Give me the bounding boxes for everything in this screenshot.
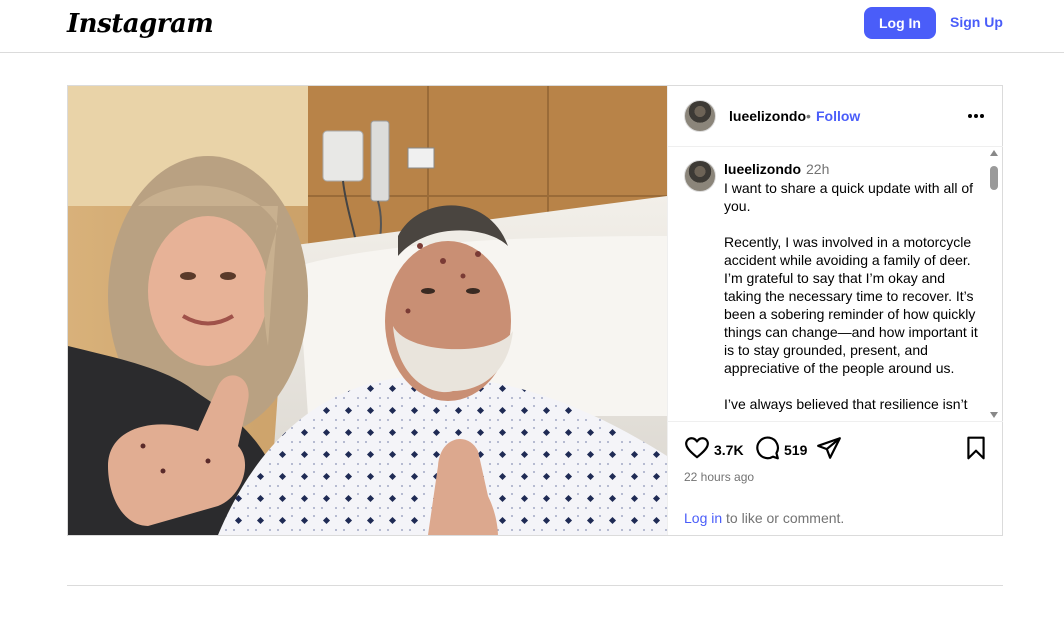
scrollbar-thumb[interactable] <box>990 166 998 190</box>
bookmark-icon[interactable] <box>963 435 989 466</box>
caption-section[interactable]: lueelizondo 22h I want to share a quick … <box>668 147 1003 421</box>
footer-divider <box>67 585 1003 586</box>
like-count: 3.7K <box>714 442 744 458</box>
post-actions: 3.7K 519 22 hours ago Log in to like or <box>668 421 1003 535</box>
follow-button[interactable]: Follow <box>816 108 860 124</box>
signup-link[interactable]: Sign Up <box>950 14 1003 30</box>
scroll-up-arrow-icon[interactable] <box>990 150 998 156</box>
login-to-interact-link[interactable]: Log in <box>684 510 722 526</box>
comment-count: 519 <box>784 442 808 458</box>
post-timestamp: 22 hours ago <box>684 470 755 484</box>
more-options-icon[interactable] <box>964 106 988 126</box>
caption-text: I want to share a quick update with all … <box>724 180 978 412</box>
post-header: lueelizondo • Follow <box>668 86 1003 147</box>
share-icon[interactable] <box>816 435 842 466</box>
post-card: lueelizondo • Follow lueelizondo 22h I w… <box>67 85 1003 536</box>
caption-scrollbar[interactable] <box>988 150 1000 420</box>
login-button[interactable]: Log In <box>864 7 936 39</box>
post-sidebar: lueelizondo • Follow lueelizondo 22h I w… <box>667 86 1003 535</box>
post-photo[interactable] <box>68 86 667 535</box>
login-prompt: Log in to like or comment. <box>684 510 844 526</box>
scroll-down-arrow-icon[interactable] <box>990 412 998 418</box>
heart-icon[interactable] <box>684 435 710 466</box>
comment-icon[interactable] <box>754 435 780 466</box>
author-username[interactable]: lueelizondo <box>729 108 806 124</box>
author-avatar[interactable] <box>684 100 716 132</box>
caption-username[interactable]: lueelizondo <box>724 161 801 177</box>
login-prompt-suffix: to like or comment. <box>722 510 845 526</box>
post-photo-illustration <box>68 86 667 535</box>
caption-author-avatar[interactable] <box>684 160 716 192</box>
top-navigation-bar: Instagram Log In Sign Up <box>0 0 1064 53</box>
caption-time: 22h <box>806 161 830 177</box>
instagram-logo[interactable]: Instagram <box>67 9 214 39</box>
follow-separator: • <box>806 108 811 124</box>
